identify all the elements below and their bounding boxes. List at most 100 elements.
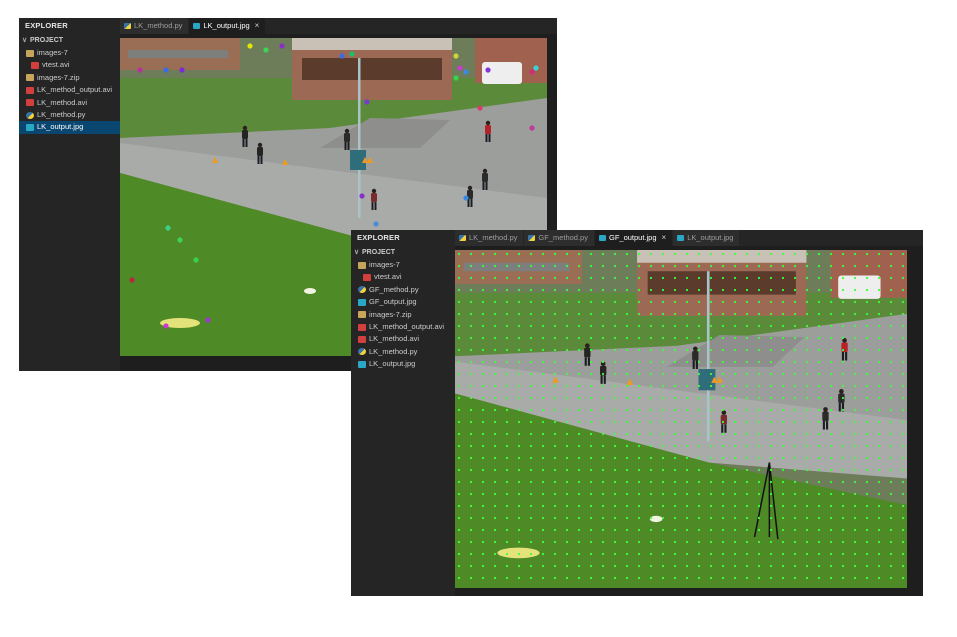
flow-point (829, 516, 833, 520)
file-tree-item[interactable]: images-7.zip (19, 72, 120, 84)
flow-point (685, 516, 689, 520)
file-tree-item-label: vtest.avi (42, 60, 70, 70)
file-tree-item[interactable]: LK_output.jpg (19, 121, 120, 134)
flow-point (541, 252, 545, 256)
flow-point (613, 540, 617, 544)
flow-point (745, 396, 749, 400)
flow-point (457, 348, 461, 352)
close-tab-icon[interactable]: × (255, 18, 260, 34)
flow-point (865, 312, 869, 316)
flow-point (685, 252, 689, 256)
flow-point (901, 492, 905, 496)
editor-tab[interactable]: LK_method.py (120, 18, 190, 34)
flow-point (601, 408, 605, 412)
file-tree-item[interactable]: GF_output.jpg (351, 296, 455, 308)
flow-point (625, 348, 629, 352)
flow-point (781, 336, 785, 340)
person-leg (482, 182, 485, 190)
editor-tab[interactable]: LK_output.jpg (673, 230, 741, 246)
editor-tab[interactable]: LK_method.py (455, 230, 525, 246)
flow-point (505, 480, 509, 484)
file-tree-item[interactable]: LK_output.jpg (351, 358, 455, 370)
track-point (247, 43, 253, 49)
flow-point (589, 552, 593, 556)
flow-point (829, 468, 833, 472)
flow-point (541, 408, 545, 412)
file-tree-item-label: LK_method_output.avi (37, 85, 113, 95)
editor-tab[interactable]: GF_method.py (524, 230, 595, 246)
file-tree-item[interactable]: LK_method.avi (19, 97, 120, 109)
flow-point (853, 264, 857, 268)
flow-point (733, 288, 737, 292)
person-leg (488, 134, 491, 142)
flow-point (817, 552, 821, 556)
flow-point (889, 324, 893, 328)
file-tree-item[interactable]: vtest.avi (19, 59, 120, 71)
flow-point (757, 420, 761, 424)
flow-point (841, 456, 845, 460)
flow-point (877, 300, 881, 304)
file-tree-item[interactable]: images-7.zip (351, 309, 455, 321)
file-tree-item[interactable]: LK_method_output.avi (19, 84, 120, 96)
project-section-header[interactable]: ∨ PROJECT (351, 246, 455, 259)
flow-point (553, 468, 557, 472)
file-tree-item[interactable]: LK_method.avi (351, 333, 455, 345)
flow-point (781, 576, 785, 580)
flow-point (505, 492, 509, 496)
person-body (371, 193, 377, 202)
flow-point (757, 576, 761, 580)
flow-point (565, 288, 569, 292)
flow-point (541, 528, 545, 532)
project-section-header[interactable]: ∨ PROJECT (19, 34, 120, 47)
flow-point (757, 456, 761, 460)
editor-tab[interactable]: LK_output.jpg × (189, 18, 267, 34)
flow-point (589, 300, 593, 304)
flow-point (697, 468, 701, 472)
file-tree-item[interactable]: vtest.avi (351, 271, 455, 283)
flow-point (865, 396, 869, 400)
file-tree-item[interactable]: LK_method.py (351, 346, 455, 358)
flow-point (709, 516, 713, 520)
flow-point (733, 312, 737, 316)
flow-point (541, 456, 545, 460)
flow-point (781, 564, 785, 568)
flow-point (865, 360, 869, 364)
flow-point (685, 324, 689, 328)
flow-point (805, 480, 809, 484)
flow-point (745, 336, 749, 340)
flow-point (721, 396, 725, 400)
flow-point (637, 420, 641, 424)
flow-point (493, 504, 497, 508)
flow-point (505, 540, 509, 544)
flow-point (721, 336, 725, 340)
flow-point (517, 324, 521, 328)
flow-point (853, 396, 857, 400)
flow-point (697, 444, 701, 448)
file-tree-item[interactable]: images-7 (351, 259, 455, 271)
flow-point (733, 408, 737, 412)
flow-point (529, 576, 533, 580)
flow-point (889, 480, 893, 484)
flow-point (529, 528, 533, 532)
person-body (242, 130, 248, 139)
flow-point (865, 276, 869, 280)
file-tree-item[interactable]: LK_method_output.avi (351, 321, 455, 333)
flow-point (889, 576, 893, 580)
editor-tab[interactable]: GF_output.jpg × (594, 230, 674, 246)
flow-point (865, 372, 869, 376)
flow-point (505, 504, 509, 508)
flow-point (829, 444, 833, 448)
flow-point (649, 468, 653, 472)
file-tree-item[interactable]: GF_method.py (351, 284, 455, 296)
file-tree-item[interactable]: images-7 (19, 47, 120, 59)
close-tab-icon[interactable]: × (662, 230, 667, 246)
flow-point (625, 576, 629, 580)
flow-point (781, 360, 785, 364)
flow-point (673, 468, 677, 472)
flow-point (685, 504, 689, 508)
flow-point (493, 576, 497, 580)
track-point (339, 53, 345, 59)
person-leg (838, 403, 841, 412)
file-tree-item[interactable]: LK_method.py (19, 109, 120, 121)
flow-point (601, 252, 605, 256)
